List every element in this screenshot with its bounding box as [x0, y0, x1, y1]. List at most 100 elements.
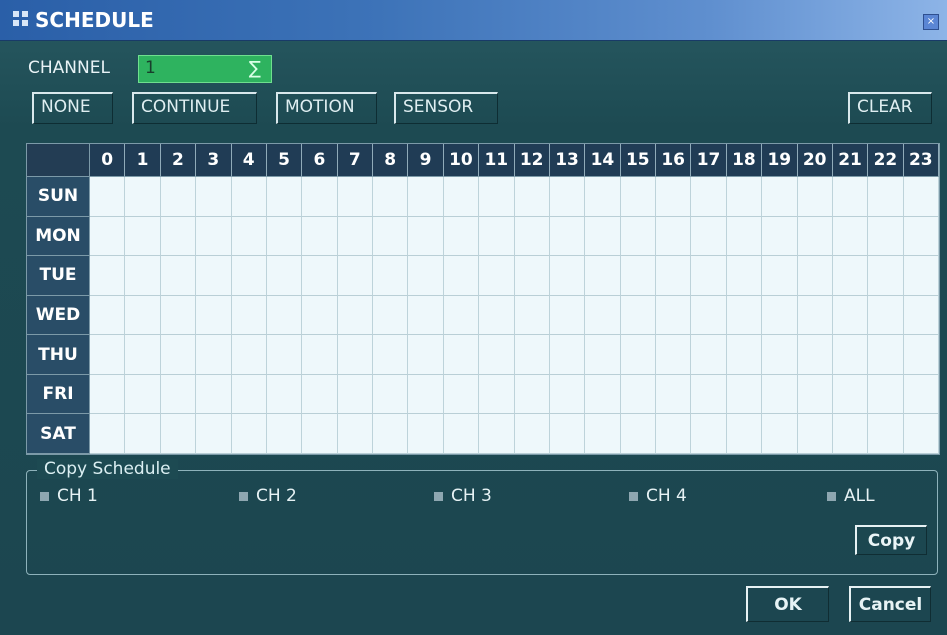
schedule-cell[interactable] [832, 256, 869, 296]
checkbox-icon[interactable] [434, 491, 443, 501]
copy-option-ch2[interactable]: CH 2 [239, 486, 297, 506]
mode-button-sensor[interactable]: SENSOR [394, 92, 498, 124]
schedule-cell[interactable] [266, 216, 303, 257]
schedule-cell[interactable] [797, 256, 833, 296]
schedule-cell[interactable] [762, 335, 798, 375]
checkbox-icon[interactable] [239, 491, 248, 501]
schedule-cell[interactable] [549, 256, 586, 296]
schedule-cell[interactable] [231, 374, 267, 415]
schedule-cell[interactable] [125, 374, 161, 415]
schedule-cell[interactable] [443, 374, 480, 415]
schedule-cell[interactable] [90, 295, 126, 336]
schedule-cell[interactable] [90, 414, 126, 454]
schedule-cell[interactable] [408, 256, 444, 296]
schedule-cell[interactable] [691, 414, 727, 454]
schedule-cell[interactable] [373, 335, 409, 375]
schedule-grid[interactable]: 0 1 2 3 4 5 6 7 8 9 10 11 12 13 14 15 16 17 18 19 20 21 22 23 SU… [26, 143, 940, 455]
schedule-cell[interactable] [691, 177, 727, 217]
clear-button[interactable]: CLEAR [848, 92, 932, 124]
schedule-cell[interactable] [691, 335, 727, 375]
schedule-cell[interactable] [903, 335, 939, 375]
schedule-cell[interactable] [266, 414, 303, 454]
schedule-cell[interactable] [832, 335, 869, 375]
schedule-cell[interactable] [408, 374, 444, 415]
schedule-cell[interactable] [302, 216, 338, 257]
schedule-cell[interactable] [373, 216, 409, 257]
schedule-cell[interactable] [903, 374, 939, 415]
schedule-cell[interactable] [302, 256, 338, 296]
schedule-cell[interactable] [868, 216, 904, 257]
schedule-cell[interactable] [726, 177, 763, 217]
mode-button-none[interactable]: NONE [32, 92, 113, 124]
schedule-cell[interactable] [656, 374, 692, 415]
schedule-cell[interactable] [868, 414, 904, 454]
dropdown-arrow-icon[interactable]: ∑ [249, 58, 261, 79]
schedule-cell[interactable] [266, 295, 303, 336]
schedule-cell[interactable] [125, 216, 161, 257]
ok-button[interactable]: OK [746, 586, 829, 622]
schedule-cell[interactable] [797, 177, 833, 217]
schedule-cell[interactable] [125, 335, 161, 375]
schedule-cell[interactable] [726, 216, 763, 257]
schedule-cell[interactable] [302, 335, 338, 375]
schedule-cell[interactable] [903, 216, 939, 257]
schedule-cell[interactable] [337, 414, 373, 454]
schedule-cell[interactable] [549, 374, 586, 415]
schedule-cell[interactable] [832, 295, 869, 336]
schedule-cell[interactable] [620, 177, 656, 217]
schedule-cell[interactable] [373, 374, 409, 415]
schedule-cell[interactable] [514, 295, 550, 336]
schedule-cell[interactable] [656, 335, 692, 375]
schedule-cell[interactable] [302, 177, 338, 217]
close-button[interactable]: × [923, 14, 939, 30]
schedule-cell[interactable] [726, 374, 763, 415]
schedule-cell[interactable] [196, 256, 232, 296]
schedule-cell[interactable] [832, 216, 869, 257]
schedule-cell[interactable] [762, 374, 798, 415]
copy-button[interactable]: Copy [855, 525, 927, 555]
checkbox-icon[interactable] [629, 491, 638, 501]
copy-option-ch3[interactable]: CH 3 [434, 486, 492, 506]
schedule-cell[interactable] [620, 374, 656, 415]
schedule-cell[interactable] [196, 374, 232, 415]
schedule-cell[interactable] [620, 216, 656, 257]
cancel-button[interactable]: Cancel [849, 586, 931, 622]
schedule-cell[interactable] [549, 335, 586, 375]
schedule-cell[interactable] [585, 414, 621, 454]
schedule-cell[interactable] [160, 414, 197, 454]
schedule-cell[interactable] [373, 295, 409, 336]
schedule-cell[interactable] [726, 256, 763, 296]
schedule-cell[interactable] [90, 216, 126, 257]
schedule-cell[interactable] [373, 414, 409, 454]
schedule-cell[interactable] [726, 335, 763, 375]
schedule-cell[interactable] [479, 216, 515, 257]
schedule-cell[interactable] [443, 414, 480, 454]
schedule-cell[interactable] [691, 295, 727, 336]
schedule-cell[interactable] [160, 216, 197, 257]
schedule-cell[interactable] [408, 216, 444, 257]
schedule-cell[interactable] [90, 374, 126, 415]
channel-select[interactable]: 1 ∑ [138, 55, 272, 83]
schedule-cell[interactable] [231, 256, 267, 296]
schedule-cell[interactable] [620, 414, 656, 454]
copy-option-ch4[interactable]: CH 4 [629, 486, 687, 506]
schedule-cell[interactable] [620, 295, 656, 336]
schedule-cell[interactable] [797, 414, 833, 454]
schedule-cell[interactable] [762, 414, 798, 454]
schedule-cell[interactable] [90, 177, 126, 217]
schedule-cell[interactable] [832, 177, 869, 217]
schedule-cell[interactable] [231, 414, 267, 454]
schedule-cell[interactable] [408, 177, 444, 217]
schedule-cell[interactable] [585, 295, 621, 336]
schedule-cell[interactable] [160, 295, 197, 336]
schedule-cell[interactable] [196, 335, 232, 375]
schedule-cell[interactable] [656, 216, 692, 257]
schedule-cell[interactable] [514, 335, 550, 375]
schedule-cell[interactable] [443, 216, 480, 257]
schedule-cell[interactable] [125, 414, 161, 454]
schedule-cell[interactable] [337, 256, 373, 296]
schedule-cell[interactable] [832, 374, 869, 415]
schedule-cell[interactable] [337, 335, 373, 375]
schedule-cell[interactable] [656, 177, 692, 217]
schedule-cell[interactable] [797, 295, 833, 336]
